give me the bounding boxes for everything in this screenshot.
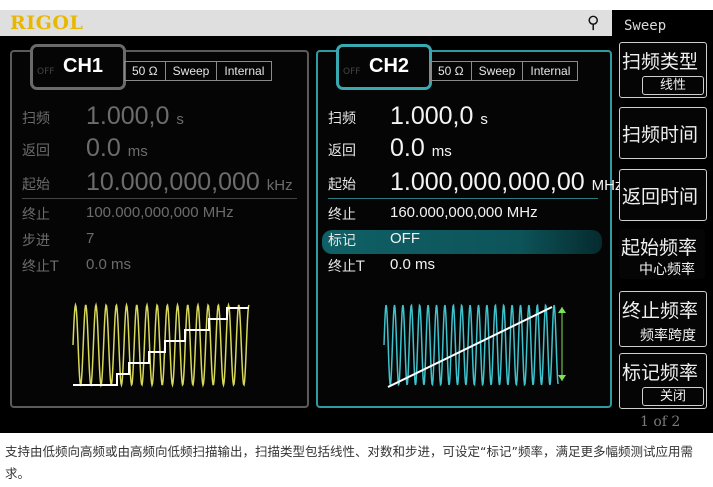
- param-value: 1.000,0 s: [86, 102, 184, 130]
- status-bar: RIGOL ⚲: [0, 10, 612, 36]
- channel-1-tags: 50 Ω Sweep Internal: [124, 61, 273, 81]
- marker-down-arrow-icon: [558, 375, 566, 381]
- divider: [22, 198, 297, 199]
- channel-1-mode: Sweep: [166, 62, 218, 80]
- start-frequency-softkey[interactable]: 起始频率 中心频率: [619, 229, 705, 279]
- channel-1-panel[interactable]: OFF CH1 50 Ω Sweep Internal 扫频 1.000,0 s…: [10, 44, 309, 408]
- return-time-softkey[interactable]: 返回时间: [619, 169, 707, 221]
- menu-title: Sweep: [624, 18, 667, 34]
- marker-option: 关闭: [642, 387, 704, 406]
- brand-logo: RIGOL: [10, 12, 84, 34]
- param-label: 标记: [328, 233, 356, 249]
- softkey-label: 返回时间: [622, 186, 699, 208]
- param-value[interactable]: 160.000,000,000 MHz: [390, 204, 538, 221]
- param-value: 0.0 ms: [86, 256, 132, 273]
- channel-1-trigger-source: Internal: [224, 64, 265, 78]
- selected-parameter-highlight: [322, 230, 602, 254]
- param-value: 0.0 ms: [86, 134, 148, 162]
- param-label: 扫频: [328, 111, 356, 127]
- softkey-label: 扫频类型: [622, 51, 699, 73]
- softkey-label: 终止频率: [622, 300, 699, 322]
- channel-2-panel[interactable]: OFF CH2 50 Ω Sweep Internal 扫频 1.000,0 s…: [316, 44, 622, 408]
- softkey-label: 扫频时间: [622, 124, 699, 146]
- sweep-type-softkey[interactable]: 扫频类型 线性: [619, 42, 707, 98]
- sweep-type-option: 线性: [642, 76, 704, 95]
- divider: [328, 198, 598, 199]
- param-label: 返回: [328, 143, 356, 159]
- sweep-time-softkey[interactable]: 扫频时间: [619, 107, 707, 159]
- param-value: 1.000,000,000,00 MHz: [390, 168, 623, 196]
- menu-page-indicator[interactable]: 1 of 2: [640, 414, 680, 430]
- channel-2-output-state: OFF: [343, 67, 361, 77]
- channel-1-output-state: OFF: [37, 67, 55, 77]
- softkey-label: 标记频率: [622, 362, 699, 384]
- param-label: 起始: [328, 177, 356, 193]
- channel-2-waveform: [383, 303, 566, 388]
- param-label: 终止T: [328, 259, 365, 275]
- param-value: 7: [86, 230, 95, 247]
- marker-up-arrow-icon: [558, 307, 566, 313]
- param-label: 扫频: [22, 111, 50, 127]
- param-label: 终止: [328, 207, 356, 223]
- softkey-alt-label: 中心频率: [639, 262, 695, 278]
- usb-icon: ⚲: [587, 13, 600, 33]
- channel-2-tags: 50 Ω Sweep Internal: [430, 61, 579, 81]
- channel-1-impedance: 50 Ω: [125, 62, 166, 80]
- param-value: 100.000,000,000 MHz: [86, 204, 234, 221]
- channel-2-trigger-source: Internal: [530, 64, 571, 78]
- param-label: 起始: [22, 177, 50, 193]
- param-value: 0.0 ms: [390, 134, 452, 162]
- caption-text: 支持由低频向高频或由高频向低频扫描输出，扫描类型包括线性、对数和步进，可设定“标…: [5, 444, 693, 481]
- param-value: 1.000,0 s: [390, 102, 488, 130]
- channel-2-label: CH2: [369, 55, 410, 77]
- param-label: 返回: [22, 143, 50, 159]
- channel-2-impedance: 50 Ω: [431, 62, 472, 80]
- param-value: 0.0 ms: [390, 256, 436, 273]
- param-label: 步进: [22, 233, 50, 249]
- stop-frequency-softkey[interactable]: 终止频率 频率跨度: [619, 291, 707, 347]
- marker-frequency-softkey[interactable]: 标记频率 关闭: [619, 353, 707, 409]
- param-label: 终止T: [22, 259, 59, 275]
- channel-1-sine-trace: [72, 302, 250, 388]
- softkey-label: 起始频率: [621, 237, 698, 259]
- param-label: 终止: [22, 207, 50, 223]
- param-value: 10.000,000,000 kHz: [86, 168, 293, 196]
- channel-2-tab[interactable]: OFF CH2: [336, 44, 432, 90]
- channel-2-mode: Sweep: [472, 62, 524, 80]
- instrument-screen: RIGOL ⚲ OFF CH1 50 Ω Sweep Internal 扫频 1…: [0, 10, 713, 433]
- channel-1-label: CH1: [63, 55, 104, 77]
- softkey-alt-label: 频率跨度: [640, 328, 696, 344]
- channel-1-waveform: [72, 302, 250, 388]
- param-value: OFF: [390, 230, 420, 247]
- channel-1-tab[interactable]: OFF CH1: [30, 44, 126, 90]
